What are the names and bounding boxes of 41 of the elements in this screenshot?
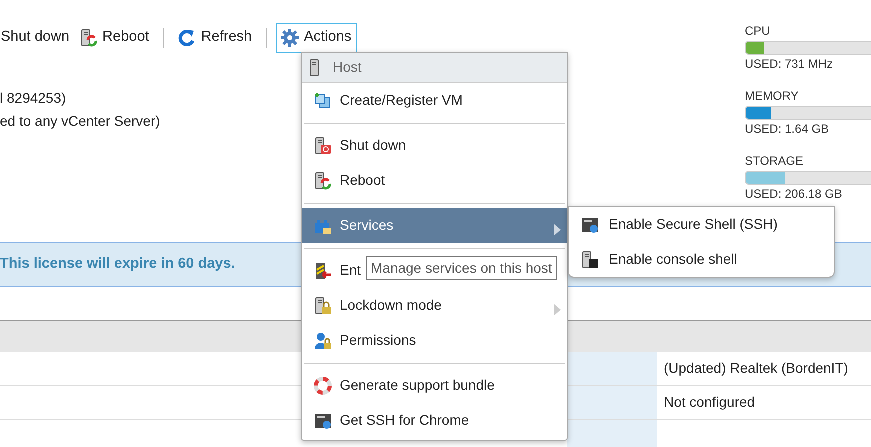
toolbar-button[interactable]: Shut down: [0, 23, 75, 53]
resource-label: CPU: [745, 24, 772, 38]
toolbar-button[interactable]: Refresh: [173, 23, 258, 53]
user-lock-icon: [314, 332, 332, 350]
server-arrow-icon: [314, 262, 332, 280]
usage-reading: USED: 1.64 GB: [745, 122, 830, 136]
menu-item[interactable]: Create/Register VM: [314, 90, 463, 111]
menu-item[interactable]: Shut down: [314, 135, 406, 156]
tooltip: Manage services on this host: [366, 256, 558, 280]
menu-item[interactable]: Enable Secure Shell (SSH): [569, 207, 834, 242]
menu-item[interactable]: Ent: [314, 260, 362, 281]
menu-header: Host: [333, 58, 362, 77]
menu-item[interactable]: Permissions: [314, 330, 416, 351]
table-cell-text: (Updated) Realtek (BordenIT): [663, 359, 850, 378]
usage-reading: USED: 731 MHz: [745, 57, 834, 71]
life-ring-icon: [314, 376, 332, 394]
resource-label: STORAGE: [745, 154, 804, 168]
host-info-text: l 8294253): [0, 90, 66, 106]
stacked-windows-icon: [314, 92, 332, 110]
license-warning: This license will expire in 60 days.: [0, 254, 236, 274]
terminal-globe-icon: [314, 412, 332, 430]
menu-item[interactable]: Lockdown mode: [314, 295, 442, 316]
menu-item[interactable]: Get SSH for Chrome: [314, 410, 470, 431]
server-power-icon: [314, 136, 332, 154]
server-icon: [310, 58, 319, 76]
toolbar-button[interactable]: Reboot: [74, 23, 154, 53]
server-reboot-icon: [80, 29, 98, 47]
menu-item[interactable]: Generate support bundle: [314, 375, 495, 396]
resource-label: MEMORY: [745, 89, 800, 103]
terminal-globe-icon: [581, 216, 599, 234]
refresh-icon: [178, 29, 196, 47]
settings-icon: [281, 29, 300, 47]
table-cell-text: Not configured: [663, 393, 756, 412]
menu-item[interactable]: Services: [302, 208, 567, 243]
server-console-icon: [581, 250, 599, 268]
host-info-text: ed to any vCenter Server): [0, 113, 160, 129]
menu-item[interactable]: Enable console shell: [569, 242, 834, 277]
server-reboot-icon: [314, 172, 332, 190]
server-lock-icon: [314, 296, 332, 314]
usage-reading: USED: 206.18 GB: [745, 187, 844, 201]
menu-item[interactable]: Reboot: [314, 170, 386, 191]
